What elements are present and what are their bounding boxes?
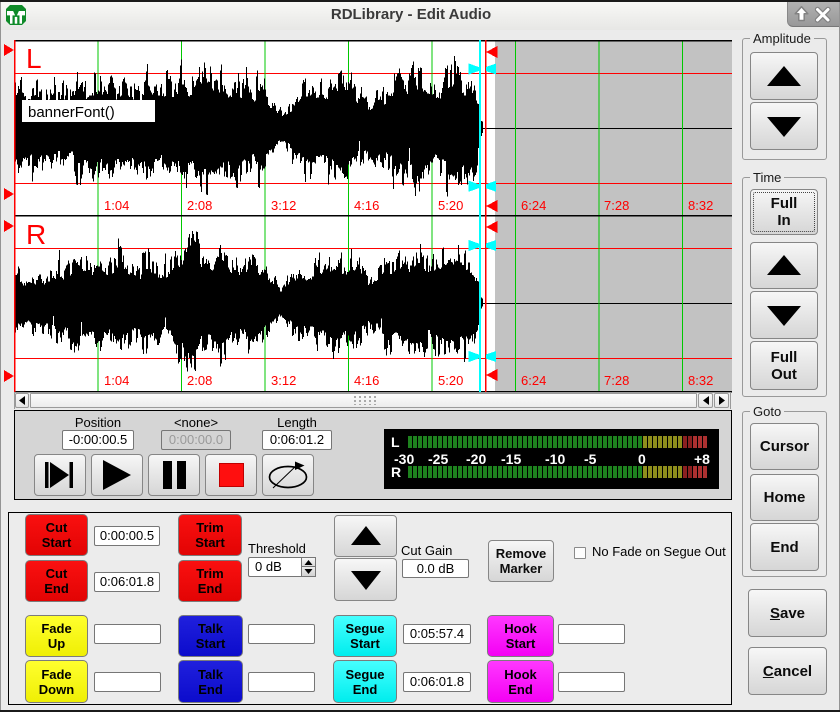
svg-text:6:24: 6:24 <box>521 198 546 213</box>
svg-text:7:28: 7:28 <box>604 373 629 388</box>
svg-text:2:08: 2:08 <box>187 373 212 388</box>
svg-text:1:04: 1:04 <box>104 373 129 388</box>
svg-text:3:12: 3:12 <box>271 198 296 213</box>
svg-text:3:12: 3:12 <box>271 373 296 388</box>
svg-text:L: L <box>26 43 42 74</box>
svg-text:bannerFont(): bannerFont() <box>28 104 115 121</box>
svg-text:2:08: 2:08 <box>187 198 212 213</box>
svg-text:4:16: 4:16 <box>354 198 379 213</box>
svg-text:5:20: 5:20 <box>438 373 463 388</box>
svg-text:5:20: 5:20 <box>438 198 463 213</box>
svg-text:6:24: 6:24 <box>521 373 546 388</box>
svg-text:R: R <box>26 219 46 250</box>
svg-text:8:32: 8:32 <box>688 373 713 388</box>
svg-text:1:04: 1:04 <box>104 198 129 213</box>
svg-text:7:28: 7:28 <box>604 198 629 213</box>
svg-text:4:16: 4:16 <box>354 373 379 388</box>
svg-text:8:32: 8:32 <box>688 198 713 213</box>
